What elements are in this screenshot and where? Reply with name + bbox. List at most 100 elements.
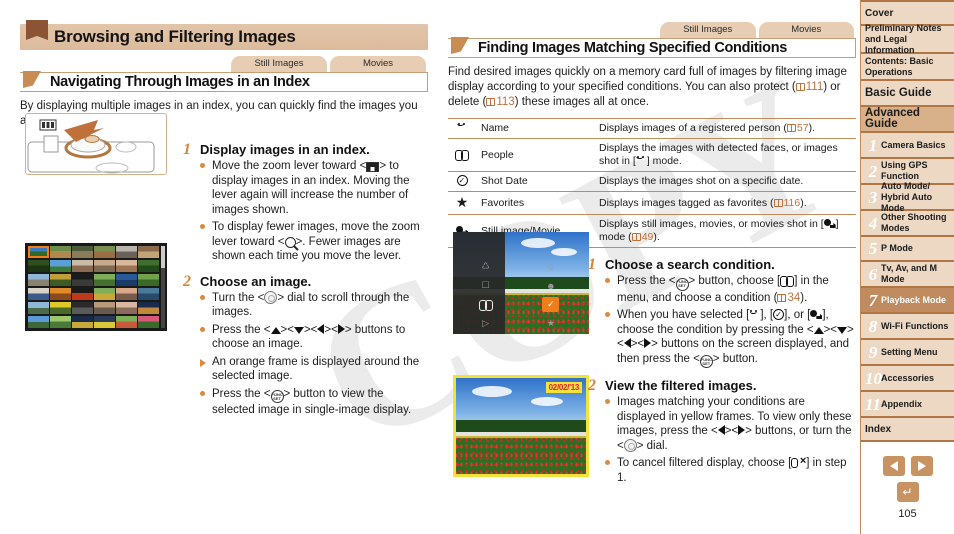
- tab-movies[interactable]: Movies: [330, 56, 426, 72]
- thumbnail[interactable]: [116, 259, 137, 273]
- thumbnail[interactable]: [94, 273, 115, 287]
- page-ref-111[interactable]: 111: [806, 81, 823, 93]
- thumbnail[interactable]: [116, 315, 137, 328]
- sidebar-item-basic-guide[interactable]: Basic Guide: [861, 81, 954, 107]
- sidebar-item-setting-menu[interactable]: 9 Setting Menu: [861, 340, 954, 366]
- bullet: Turn the < > dial to scroll through the i…: [200, 290, 428, 320]
- sidebar-item-preliminary-notes[interactable]: Preliminary Notes and Legal Information: [861, 23, 954, 55]
- thumbnail[interactable]: [72, 301, 93, 315]
- thumbnail[interactable]: [94, 259, 115, 273]
- thumbnail[interactable]: [72, 315, 93, 328]
- bullet-triangle-icon: [200, 355, 212, 384]
- filtered-image-screenshot[interactable]: 02/02/'13: [453, 375, 589, 477]
- thumbnail[interactable]: [116, 301, 137, 315]
- sidebar-item-index[interactable]: Index: [861, 418, 954, 442]
- sidebar-item-appendix[interactable]: 11 Appendix: [861, 392, 954, 418]
- thumbnail[interactable]: [138, 315, 159, 328]
- up-arrow-icon: [270, 326, 281, 334]
- menu-item-binoculars-icon[interactable]: [477, 297, 494, 312]
- thumbnail[interactable]: [28, 301, 49, 315]
- name-face-icon: [457, 118, 468, 132]
- sidebar-item-contents[interactable]: Contents: Basic Operations: [861, 54, 954, 81]
- back-button[interactable]: ↵: [896, 482, 919, 502]
- index-scrollbar[interactable]: [161, 246, 165, 328]
- thumbnail[interactable]: [116, 287, 137, 301]
- left-tab-group: Still Images Movies: [20, 56, 428, 72]
- thumbnail[interactable]: [50, 315, 71, 328]
- sidebar-item-other-shooting-modes[interactable]: 4 Other Shooting Modes: [861, 211, 954, 237]
- sidebar-item-wifi-functions[interactable]: 8 Wi-Fi Functions: [861, 314, 954, 340]
- sidebar-item-tv-av-m-mode[interactable]: 6 Tv, Av, and M Mode: [861, 262, 954, 288]
- thumbnail[interactable]: [138, 246, 159, 259]
- thumbnail[interactable]: [138, 259, 159, 273]
- menu-item-blank[interactable]: [542, 240, 559, 255]
- bullet-text: An orange frame is displayed around the …: [212, 355, 420, 383]
- name-face-icon: [749, 305, 760, 320]
- left-section-title: Navigating Through Images in an Index: [50, 74, 310, 90]
- menu-item-name-icon[interactable]: ☺: [542, 259, 559, 274]
- thumbnail[interactable]: [138, 287, 159, 301]
- sidebar-item-auto-mode[interactable]: 3 Auto Mode/ Hybrid Auto Mode: [861, 181, 954, 213]
- bullet-text: Press the <FUNC SET > button, choose [] in…: [617, 275, 829, 304]
- thumbnail[interactable]: [28, 287, 49, 301]
- sidebar-item-label: Auto Mode/ Hybrid Auto Mode: [881, 180, 933, 213]
- page-ref-116[interactable]: 116: [784, 197, 801, 209]
- intro-part-1: Find desired images quickly on a memory …: [448, 66, 847, 93]
- right-tab-group: Still Images Movies: [448, 22, 856, 38]
- sidebar-item-accessories[interactable]: 10 Accessories: [861, 366, 954, 392]
- thumbnail[interactable]: [94, 301, 115, 315]
- thumbnail[interactable]: [28, 259, 49, 273]
- thumbnail[interactable]: [72, 287, 93, 301]
- left-step-1: 1 Display images in an index. Move the z…: [183, 141, 428, 267]
- sidebar-item-camera-basics[interactable]: 1 Camera Basics: [861, 133, 954, 159]
- menu-item-favorites-icon[interactable]: ★: [542, 316, 559, 331]
- tab-still-images[interactable]: Still Images: [231, 56, 327, 72]
- menu-item-slideshow-icon[interactable]: ▷: [477, 316, 494, 331]
- row-description: Displays still images, movies, or movies…: [594, 214, 856, 248]
- thumbnail[interactable]: [138, 301, 159, 315]
- thumbnail[interactable]: [138, 273, 159, 287]
- tab-movies[interactable]: Movies: [758, 22, 854, 38]
- thumbnail[interactable]: [116, 246, 137, 259]
- thumbnail[interactable]: [72, 273, 93, 287]
- thumbnail[interactable]: [50, 273, 71, 287]
- next-page-button[interactable]: [910, 456, 933, 476]
- poppies: [456, 437, 586, 474]
- sidebar-item-p-mode[interactable]: 5 P Mode: [861, 237, 954, 262]
- menu-item-people-icon[interactable]: ☻: [542, 278, 559, 293]
- step-number: 2: [588, 377, 596, 394]
- thumbnail[interactable]: [50, 246, 71, 259]
- tab-still-images[interactable]: Still Images: [660, 22, 756, 38]
- page-ref-57[interactable]: 57: [797, 122, 809, 134]
- filter-menu-screenshot[interactable]: ♺ ☐ ▷ ⚲ ☺ ☻ ✓ ★ ◉: [453, 232, 589, 334]
- thumbnail[interactable]: [72, 246, 93, 259]
- thumbnail[interactable]: [28, 273, 49, 287]
- thumbnail[interactable]: [94, 246, 115, 259]
- thumbnail[interactable]: [28, 315, 49, 328]
- step-number: 2: [183, 272, 191, 290]
- menu-item-blank[interactable]: [477, 240, 494, 255]
- page-ref-113[interactable]: 113: [496, 96, 514, 108]
- page-ref-34[interactable]: 34: [787, 292, 800, 304]
- menu-item-comment-icon[interactable]: ☐: [477, 278, 494, 293]
- previous-page-button[interactable]: [882, 456, 905, 476]
- thumbnail[interactable]: [50, 301, 71, 315]
- book-ref-icon: [795, 83, 805, 91]
- back-arrow-icon: ↵: [902, 485, 913, 499]
- thumbnail[interactable]: [50, 287, 71, 301]
- row-label: Shot Date: [476, 171, 594, 192]
- thumbnail[interactable]: [72, 259, 93, 273]
- thumbnail[interactable]: [94, 287, 115, 301]
- thumbnail-selected[interactable]: [28, 246, 49, 259]
- step-title: Choose an image.: [200, 273, 312, 289]
- sidebar-item-playback-mode[interactable]: 7 Playback Mode: [861, 288, 954, 314]
- index-thumbnail-grid[interactable]: [25, 243, 167, 331]
- page-ref-49[interactable]: 49: [642, 231, 654, 243]
- thumbnail[interactable]: [94, 315, 115, 328]
- thumbnail[interactable]: [50, 259, 71, 273]
- thumbnail[interactable]: [116, 273, 137, 287]
- camera-zoom-lever-figure: [25, 113, 167, 175]
- sidebar-item-advanced-guide[interactable]: Advanced Guide: [861, 107, 954, 133]
- menu-item-shot-date-icon[interactable]: ✓: [542, 297, 560, 313]
- menu-item-rotate-icon[interactable]: ♺: [477, 259, 494, 274]
